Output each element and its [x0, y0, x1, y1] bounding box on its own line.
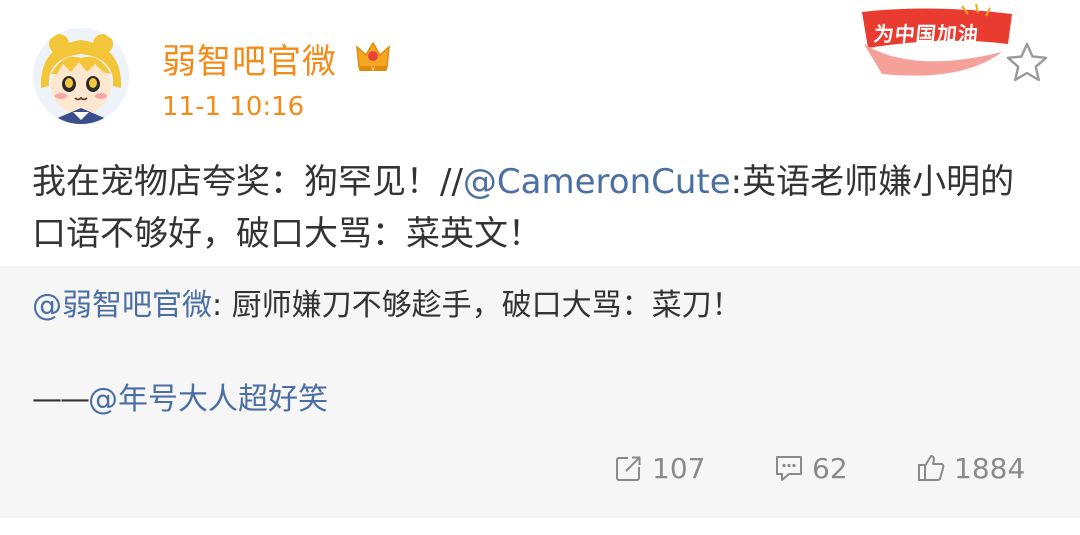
comment-button[interactable]: 62: [774, 448, 848, 488]
repost-actions: 107 62 1884: [0, 448, 1080, 488]
credit-mention-link[interactable]: @年号大人超好笑: [88, 382, 328, 417]
like-icon: [918, 455, 945, 481]
post-time: 11-1 10:16: [162, 92, 305, 122]
post-text: 我在宠物店夸奖：狗罕见！//@CameronCute:英语老师嫌小明的口语不够好…: [32, 156, 1048, 260]
username[interactable]: 弱智吧官微: [162, 34, 337, 83]
badge-text: 为中国加油: [872, 22, 981, 46]
star-icon[interactable]: [1003, 40, 1051, 84]
repost-line1: @弱智吧官微: 厨师嫌刀不够趁手，破口大骂：菜刀！: [32, 284, 742, 328]
post-header: 弱智吧官微 V 11-1 10:16 为中国加油: [0, 0, 1080, 140]
like-button[interactable]: 1884: [916, 448, 1025, 488]
avatar-image: [33, 28, 129, 124]
svg-text:V: V: [371, 67, 375, 73]
credit-dash: ——: [32, 382, 90, 417]
repost-card[interactable]: @弱智吧官微: 厨师嫌刀不够趁手，破口大骂：菜刀！ ——@年号大人超好笑 107…: [0, 266, 1080, 518]
repost-mention-link[interactable]: @弱智吧官微: [32, 288, 212, 323]
repost-count: 107: [652, 451, 706, 485]
cheer-badge: 为中国加油: [852, 3, 1018, 80]
repost-text: : 厨师嫌刀不够趁手，破口大骂：菜刀！: [212, 288, 742, 323]
crown-icon: V: [356, 41, 390, 73]
comment-count: 62: [812, 451, 848, 485]
comment-icon: [776, 456, 802, 481]
post-text-part1: 我在宠物店夸奖：狗罕见！//: [32, 162, 463, 202]
repost-icon: [616, 455, 642, 481]
like-count: 1884: [954, 451, 1026, 485]
mention-link[interactable]: @CameronCute: [463, 162, 731, 202]
repost-credit-line: ——@年号大人超好笑: [32, 378, 328, 422]
avatar[interactable]: [33, 28, 129, 124]
repost-button[interactable]: 107: [614, 448, 705, 488]
